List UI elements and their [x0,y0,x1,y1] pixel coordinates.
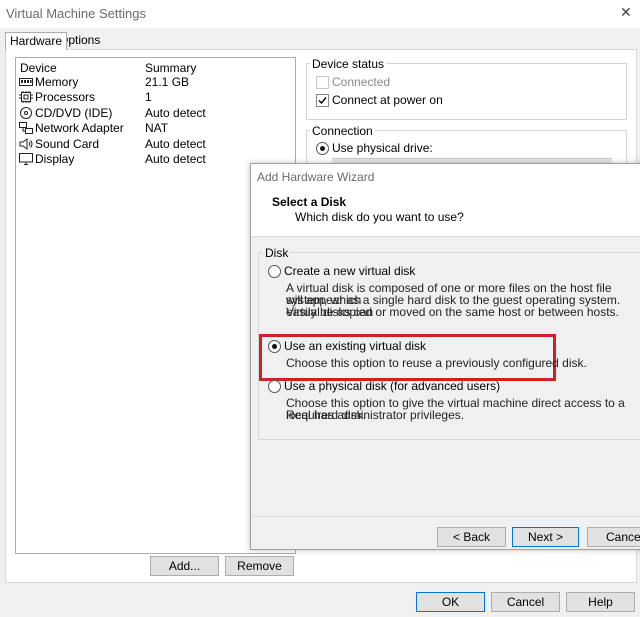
remove-button[interactable]: Remove [225,556,294,576]
device-name: Display [35,152,75,166]
use-physical-disk-label[interactable]: Use a physical disk (for advanced users) [284,379,500,393]
window-title: Virtual Machine Settings [6,6,146,21]
use-physical-drive-label: Use physical drive: [332,141,433,155]
monitor-icon [19,153,33,165]
speaker-icon [19,138,33,150]
connection-label: Connection [310,124,375,138]
cd-dvd-icon [20,107,32,119]
device-summary: Auto detect [145,137,206,151]
use-physical-drive-radio[interactable] [316,142,329,155]
disk-group-label: Disk [263,246,291,260]
ok-button[interactable]: OK [416,592,485,612]
cancel-button[interactable]: Cancel [491,592,560,612]
use-existing-virtual-disk-radio[interactable] [268,340,281,353]
processor-icon [19,91,33,103]
wizard-cancel-button[interactable]: Cancel [587,527,640,547]
device-summary: 21.1 GB [145,75,190,89]
device-name: Sound Card [35,137,100,151]
checkmark-icon [318,97,327,105]
connect-at-power-on-label: Connect at power on [332,93,443,107]
back-button[interactable]: < Back [437,527,506,547]
device-summary: Auto detect [145,106,206,120]
wizard-heading: Select a Disk [272,195,347,209]
memory-icon [19,78,33,86]
wizard-button-divider [251,516,640,517]
device-name: Memory [35,75,79,89]
next-button[interactable]: Next > [512,527,579,547]
device-summary: 1 [145,90,152,104]
option-description-line: easily be copied or moved on the same ho… [286,305,619,319]
option-description-line: Requires administrator privileges. [286,408,465,422]
column-header-summary[interactable]: Summary [145,61,196,75]
device-row-memory[interactable]: Memory 21.1 GB [16,75,293,90]
device-status-group [306,63,627,120]
device-row-cd-dvd[interactable]: CD/DVD (IDE) Auto detect [16,106,293,121]
option-description-line: Choose this option to reuse a previously… [286,356,587,370]
device-summary: Auto detect [145,152,206,166]
connected-label: Connected [332,75,391,89]
column-header-device[interactable]: Device [20,61,57,75]
connect-at-power-on-checkbox[interactable] [316,94,329,107]
close-icon[interactable]: ✕ [620,4,632,21]
use-existing-virtual-disk-label[interactable]: Use an existing virtual disk [284,339,426,353]
device-status-label: Device status [310,57,387,71]
device-name: Network Adapter [35,121,124,135]
create-new-virtual-disk-radio[interactable] [268,265,281,278]
create-new-virtual-disk-label[interactable]: Create a new virtual disk [284,264,415,278]
use-physical-disk-radio[interactable] [268,380,281,393]
device-row-network-adapter[interactable]: Network Adapter NAT [16,121,293,136]
help-button[interactable]: Help [566,592,635,612]
tab-hardware[interactable]: Hardware [5,32,68,50]
device-row-sound-card[interactable]: Sound Card Auto detect [16,137,293,152]
device-name: CD/DVD (IDE) [35,106,113,120]
device-name: Processors [35,90,96,104]
device-row-processors[interactable]: Processors 1 [16,90,293,105]
device-summary: NAT [145,121,169,135]
wizard-subheading: Which disk do you want to use? [295,210,464,224]
connected-checkbox[interactable] [316,76,329,89]
network-adapter-icon [19,122,33,134]
add-button[interactable]: Add... [150,556,219,576]
wizard-title: Add Hardware Wizard [257,170,375,184]
